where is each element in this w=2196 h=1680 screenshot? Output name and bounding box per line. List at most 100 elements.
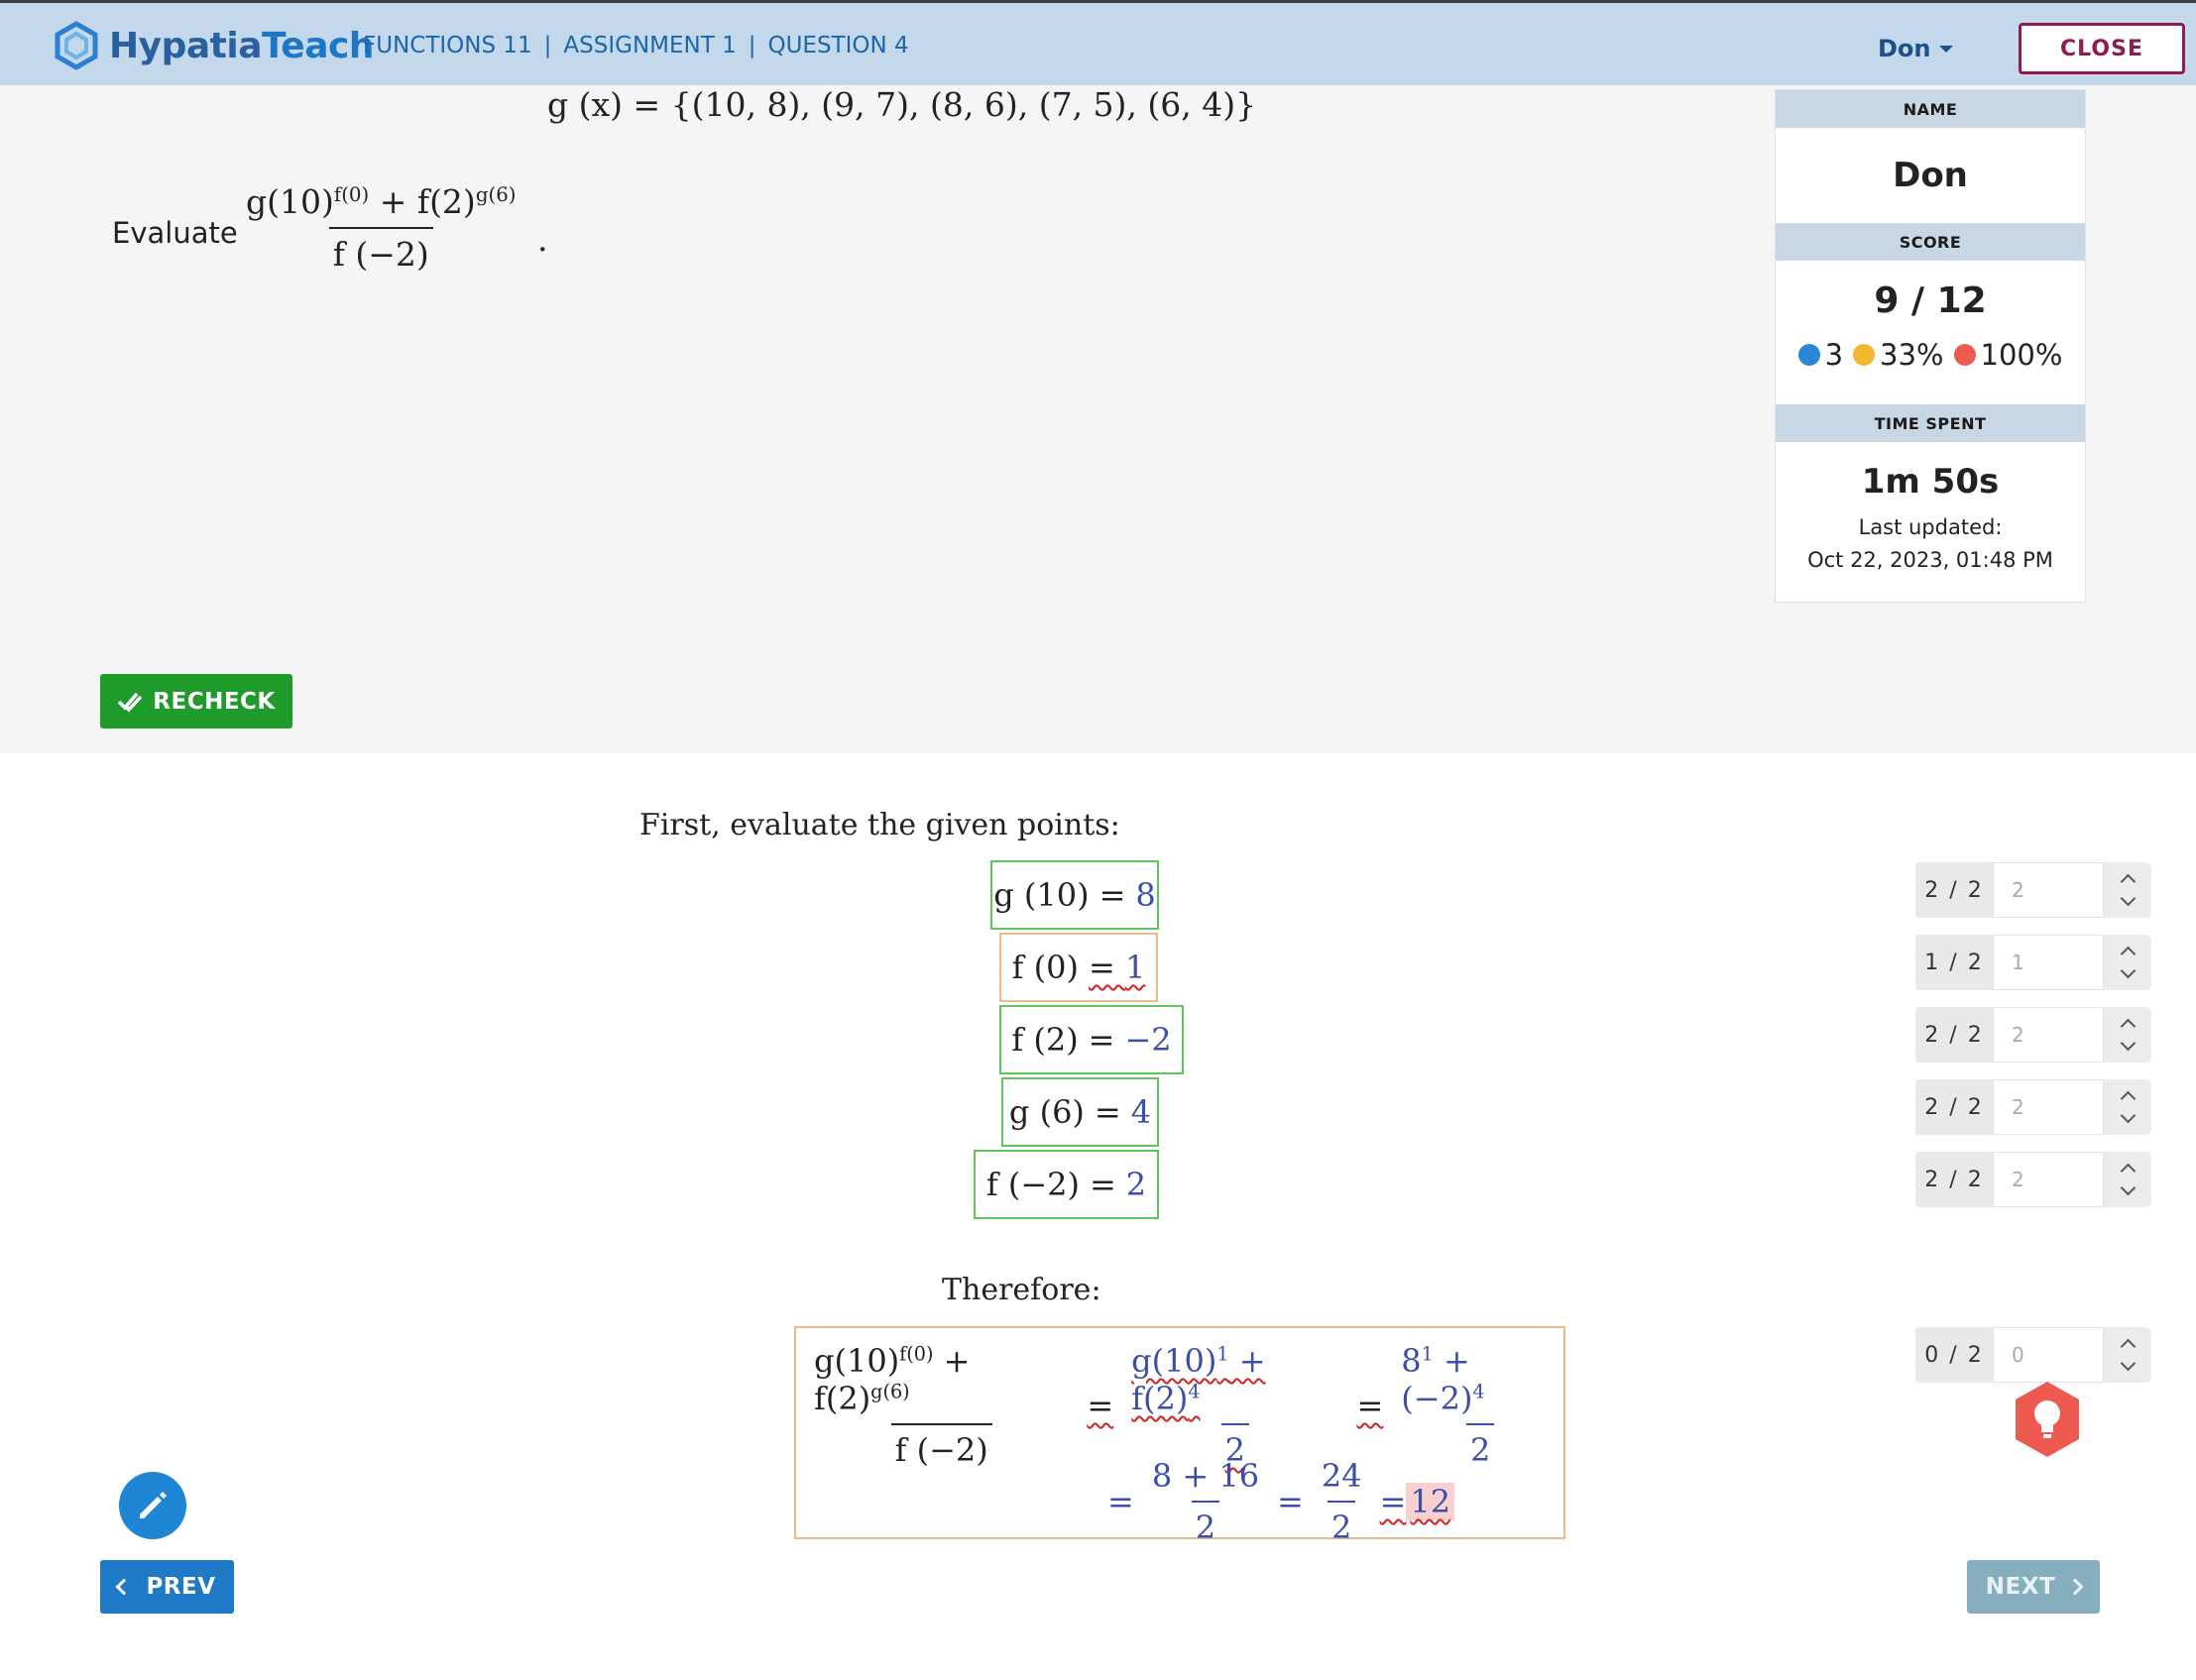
chevron-up-icon[interactable]: [2120, 1090, 2136, 1107]
chevron-up-icon[interactable]: [2120, 873, 2136, 890]
score-stepper[interactable]: [2104, 862, 2151, 918]
student-name: Don: [1893, 156, 1968, 195]
score-header: SCORE: [1776, 223, 2085, 261]
chevron-down-icon[interactable]: [2120, 962, 2136, 979]
point-rhs[interactable]: 2: [1126, 1166, 1146, 1203]
score-input[interactable]: 1: [1993, 935, 2104, 990]
user-name: Don: [1878, 35, 1931, 62]
logo[interactable]: HypatiaTeach: [54, 21, 374, 70]
recheck-button[interactable]: RECHECK: [100, 674, 292, 728]
prev-button[interactable]: PREV: [100, 1560, 234, 1614]
score-stepper[interactable]: [2104, 1152, 2151, 1207]
caret-down-icon: [1938, 45, 1953, 53]
score-control: 2 / 2 2: [1915, 1007, 2151, 1063]
g-function-set: g (x) = {(10, 8), (9, 7), (8, 6), (7, 5)…: [547, 85, 1257, 124]
point-lhs: g (6): [1008, 1093, 1085, 1131]
point-lhs: f (0): [1011, 949, 1079, 986]
numerator-term-a: g(10): [246, 182, 334, 221]
last-updated-label: Last updated:: [1858, 515, 2003, 539]
point-box: g (6) = 4: [1001, 1077, 1159, 1147]
score-control: 0 / 2 0: [1915, 1327, 2151, 1383]
score-stepper[interactable]: [2104, 935, 2151, 990]
chevron-up-icon[interactable]: [2120, 1163, 2136, 1179]
numerator-term-b: + f(2): [369, 182, 476, 221]
score-input[interactable]: 2: [1993, 862, 2104, 918]
score-input[interactable]: 2: [1993, 1007, 2104, 1063]
point-box: f (−2) = 2: [974, 1150, 1159, 1219]
chevron-up-icon[interactable]: [2120, 946, 2136, 962]
chevron-down-icon[interactable]: [2120, 1035, 2136, 1052]
step3-fraction[interactable]: 8 + 16 2: [1148, 1457, 1263, 1546]
therefore-label: Therefore:: [942, 1273, 1101, 1307]
breadcrumb-assignment[interactable]: ASSIGNMENT 1: [563, 33, 736, 58]
denominator: f (−2): [328, 227, 433, 274]
blue-dot-icon: [1797, 344, 1820, 366]
logo-text-teach: Teach: [262, 25, 374, 66]
solution-intro: First, evaluate the given points:: [639, 808, 1120, 842]
breadcrumb-question[interactable]: QUESTION 4: [767, 33, 908, 58]
score-label: 0 / 2: [1915, 1327, 1993, 1383]
chevron-down-icon[interactable]: [2120, 1107, 2136, 1124]
edit-button[interactable]: [119, 1472, 186, 1539]
next-button[interactable]: NEXT: [1967, 1560, 2100, 1614]
point-rhs[interactable]: 4: [1131, 1093, 1151, 1131]
yellow-dot-icon: [1853, 344, 1876, 366]
red-dot-icon: [1953, 344, 1976, 366]
step1-fraction[interactable]: g(10)1 + f(2)4 2: [1127, 1342, 1342, 1469]
time-spent: 1m 50s: [1861, 462, 2000, 502]
logo-text-hypatia: Hypatia: [109, 25, 263, 66]
score-stats: 3 33% 100%: [1776, 333, 2085, 377]
time-header: TIME SPENT: [1776, 404, 2085, 442]
score-input[interactable]: 0: [1993, 1327, 2104, 1383]
score-value: 9 / 12: [1874, 280, 1987, 321]
final-answer-box: g(10)f(0) + f(2)g(6) f (−2) = g(10)1 + f…: [794, 1326, 1565, 1546]
prev-label: PREV: [146, 1574, 216, 1600]
top-bar: HypatiaTeach FUNCTIONS 11 | ASSIGNMENT 1…: [0, 0, 2196, 85]
point-lhs: f (−2): [985, 1166, 1080, 1203]
lightbulb-icon: [2016, 1382, 2079, 1457]
point-box: g (10) = 8: [990, 860, 1159, 930]
chevron-left-icon: [115, 1578, 133, 1596]
score-label: 2 / 2: [1915, 1079, 1993, 1135]
last-updated: Last updated: Oct 22, 2023, 01:48 PM: [1776, 511, 2085, 577]
score-control: 1 / 2 1: [1915, 935, 2151, 990]
chevron-down-icon[interactable]: [2120, 1179, 2136, 1196]
breadcrumb-course[interactable]: FUNCTIONS 11: [363, 33, 532, 58]
hint-button[interactable]: [2013, 1380, 2082, 1459]
pencil-icon: [140, 1492, 167, 1518]
breadcrumb: FUNCTIONS 11 | ASSIGNMENT 1 | QUESTION 4: [363, 33, 909, 58]
chevron-down-icon[interactable]: [2120, 890, 2136, 907]
breadcrumb-separator: |: [748, 33, 756, 58]
point-rhs[interactable]: −2: [1124, 1021, 1171, 1059]
original-fraction: g(10)f(0) + f(2)g(6) f (−2): [810, 1342, 1073, 1469]
double-check-icon: [118, 692, 143, 713]
evaluate-label: Evaluate: [112, 216, 238, 250]
final-answer[interactable]: 12: [1406, 1483, 1455, 1520]
next-label: NEXT: [1985, 1574, 2056, 1600]
score-control: 2 / 2 2: [1915, 1079, 2151, 1135]
point-lhs: g (10): [993, 876, 1090, 914]
user-menu[interactable]: Don: [1878, 35, 1953, 62]
score-input[interactable]: 2: [1993, 1152, 2104, 1207]
point-box: f (2) = −2: [999, 1005, 1184, 1074]
name-header: NAME: [1776, 90, 2085, 128]
chevron-right-icon: [2066, 1578, 2084, 1596]
chevron-down-icon[interactable]: [2120, 1355, 2136, 1372]
score-stepper[interactable]: [2104, 1327, 2151, 1383]
numerator-exp-b: g(6): [475, 183, 517, 206]
chevron-up-icon[interactable]: [2120, 1338, 2136, 1355]
score-label: 1 / 2: [1915, 935, 1993, 990]
score-stepper[interactable]: [2104, 1079, 2151, 1135]
breadcrumb-separator: |: [543, 33, 552, 58]
close-button[interactable]: CLOSE: [2019, 23, 2185, 74]
numerator-exp-a: f(0): [333, 183, 370, 206]
recheck-label: RECHECK: [153, 688, 276, 715]
score-stepper[interactable]: [2104, 1007, 2151, 1063]
step2-fraction[interactable]: 81 + (−2)4 2: [1397, 1342, 1563, 1469]
point-rhs[interactable]: 8: [1135, 876, 1155, 914]
point-rhs[interactable]: 1: [1125, 949, 1145, 986]
score-input[interactable]: 2: [1993, 1079, 2104, 1135]
step4-fraction[interactable]: 24 2: [1318, 1457, 1366, 1546]
stat-percent-yellow: 33%: [1880, 338, 1944, 372]
chevron-up-icon[interactable]: [2120, 1018, 2136, 1035]
